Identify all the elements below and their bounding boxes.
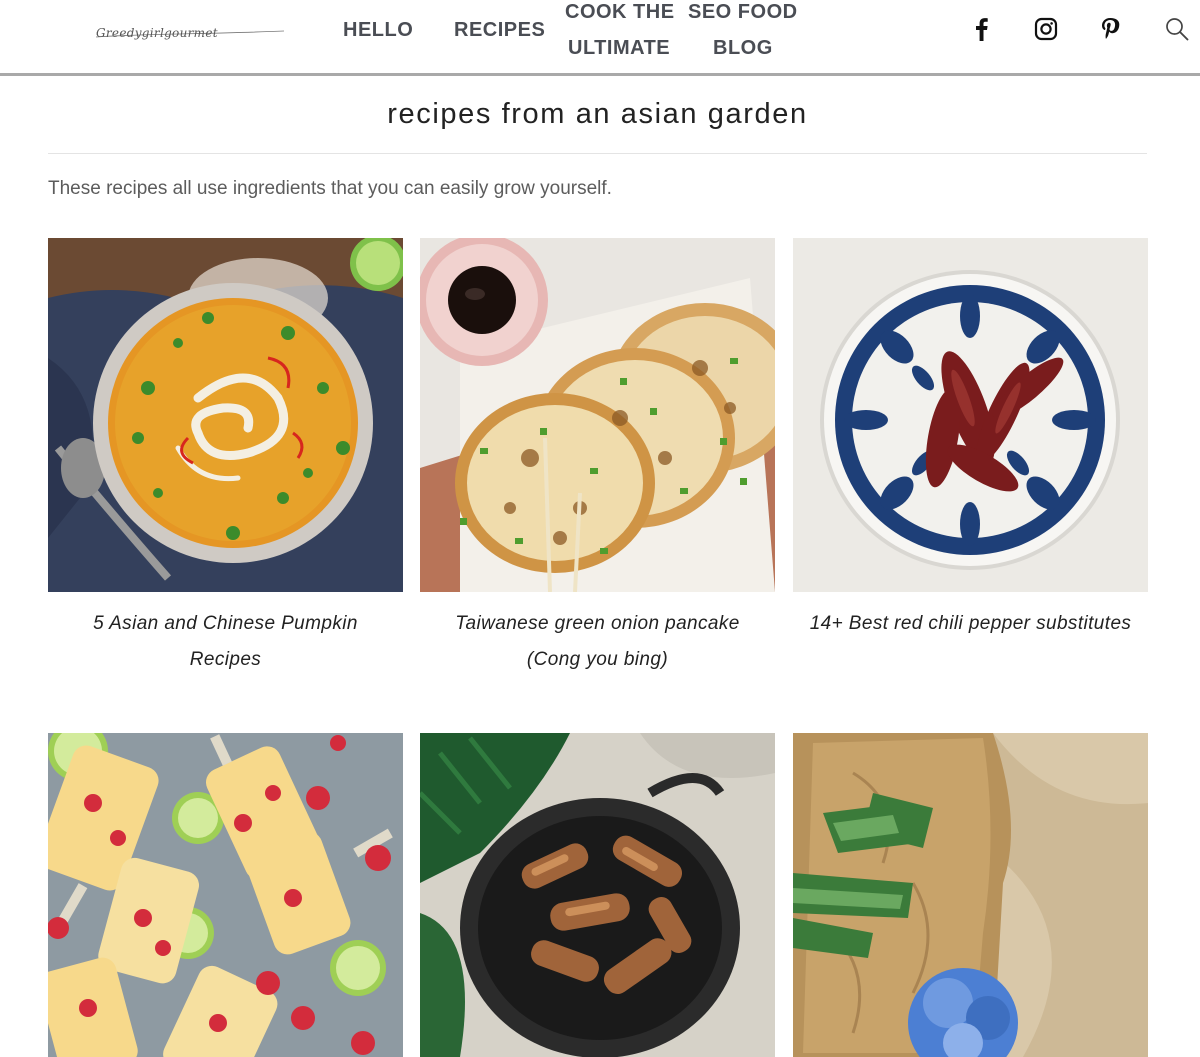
- nav-cook-line-1: COOK THE: [565, 1, 675, 23]
- card-title: 5 Asian and Chinese Pumpkin Recipes: [48, 606, 403, 678]
- card-title: Taiwanese green onion pancake (Cong you …: [420, 606, 775, 678]
- facebook-icon[interactable]: [967, 14, 997, 44]
- pinterest-icon[interactable]: [1095, 14, 1125, 44]
- logo-text: Greedygirlgourmet: [96, 26, 218, 40]
- card-title-line-1: 14+ Best red chili pepper substitutes: [809, 613, 1132, 634]
- card-title-line-1: 5 Asian and Chinese Pumpkin: [93, 613, 358, 634]
- green-onion-pancake-image[interactable]: [420, 238, 775, 592]
- nav-cook-line-2: ULTIMATE: [568, 37, 671, 59]
- lime-raspberry-popsicles-image[interactable]: [48, 733, 403, 1057]
- recipe-card-red-chili-substitutes[interactable]: 14+ Best red chili pepper substitutes: [793, 238, 1148, 678]
- aloe-vera-image[interactable]: [793, 733, 1148, 1057]
- site-logo[interactable]: Greedygirlgourmet: [94, 22, 286, 44]
- pumpkin-soup-image[interactable]: [48, 238, 403, 592]
- nav-hello[interactable]: HELLO: [343, 18, 413, 42]
- recipe-card-pumpkin[interactable]: 5 Asian and Chinese Pumpkin Recipes: [48, 238, 403, 678]
- recipe-card-green-onion-pancake[interactable]: Taiwanese green onion pancake (Cong you …: [420, 238, 775, 678]
- dried-chili-bowl-image[interactable]: [793, 238, 1148, 592]
- site-header: Greedygirlgourmet HELLO RECIPES COOK THE…: [0, 0, 1200, 76]
- nav-seo-line-1: SEO FOOD: [688, 1, 798, 23]
- recipe-card-popsicles[interactable]: [48, 733, 403, 1057]
- mushroom-pan-image[interactable]: [420, 733, 775, 1057]
- recipe-card-mushroom-pan[interactable]: [420, 733, 775, 1057]
- nav-recipes[interactable]: RECIPES: [454, 18, 545, 42]
- nav-seo-line-2: BLOG: [713, 37, 773, 59]
- card-title: 14+ Best red chili pepper substitutes: [793, 606, 1148, 642]
- page-intro: These recipes all use ingredients that y…: [48, 178, 612, 199]
- recipe-card-aloe[interactable]: [793, 733, 1148, 1057]
- title-divider: [48, 153, 1147, 154]
- search-icon[interactable]: [1162, 14, 1192, 44]
- page-title: recipes from an asian garden: [387, 98, 808, 130]
- instagram-icon[interactable]: [1031, 14, 1061, 44]
- card-title-line-2: Recipes: [189, 649, 262, 670]
- card-title-line-2: (Cong you bing): [526, 649, 669, 670]
- card-title-line-1: Taiwanese green onion pancake: [455, 613, 740, 634]
